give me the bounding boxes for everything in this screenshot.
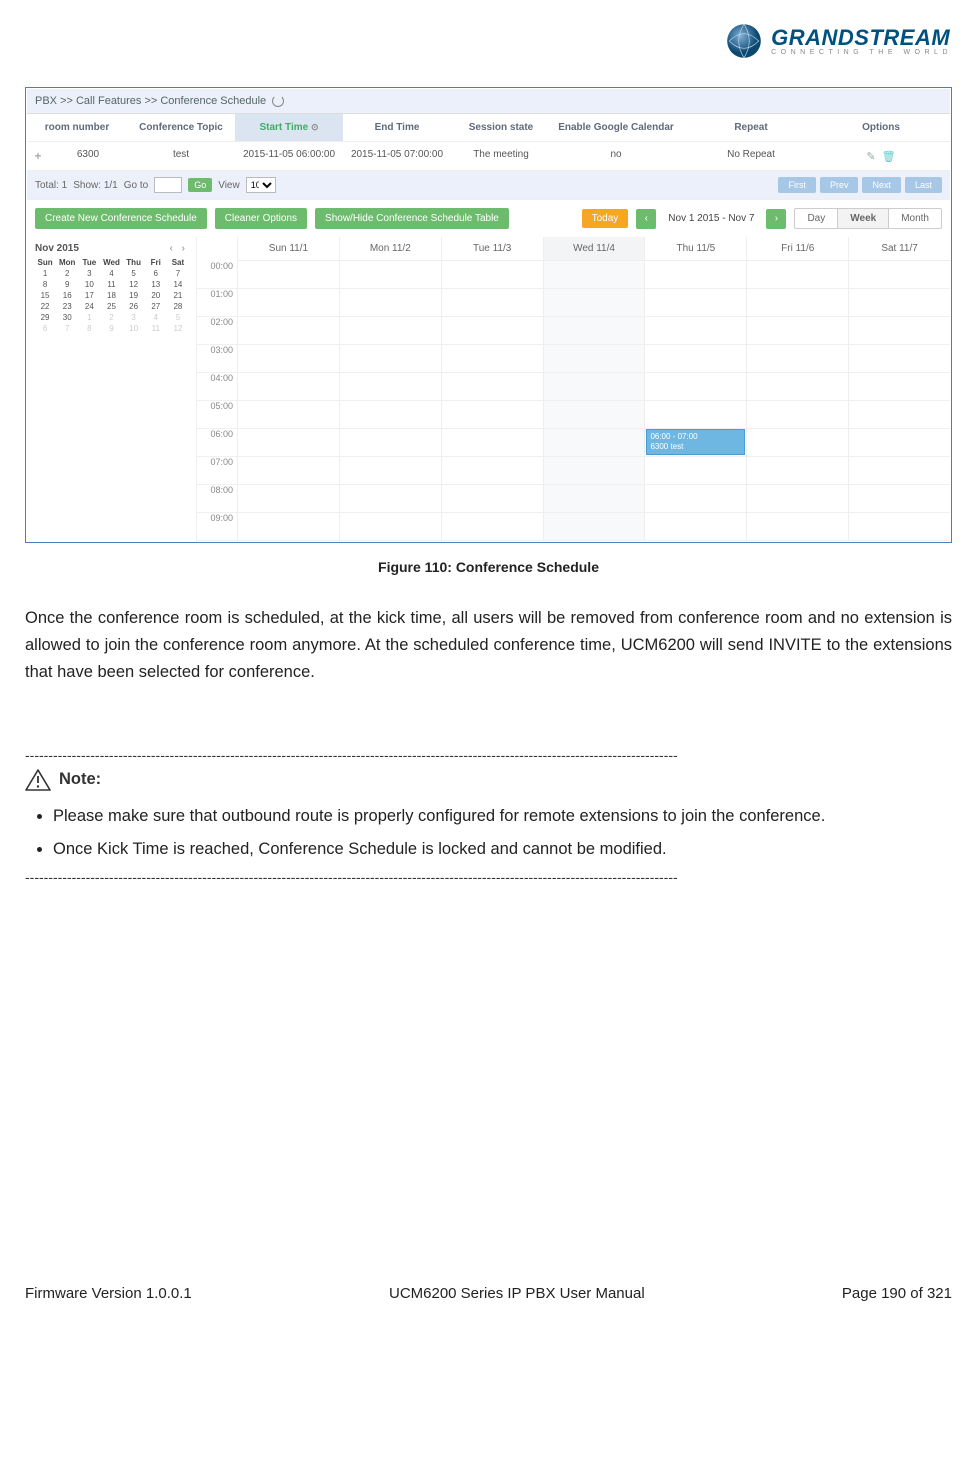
view-select[interactable]: 10 [246, 177, 276, 193]
first-button[interactable]: First [778, 177, 816, 193]
breadcrumb: PBX >> Call Features >> Conference Sched… [27, 89, 950, 113]
logo-title: GRANDSTREAM [771, 27, 952, 49]
cell-room: 6300 [49, 142, 127, 170]
action-bar: Create New Conference Schedule Cleaner O… [27, 199, 950, 237]
view-week[interactable]: Week [838, 209, 889, 228]
sort-icon: ⊙ [311, 122, 319, 133]
day-header[interactable]: Tue 11/3 [441, 237, 543, 261]
cell-state: The meeting [451, 142, 551, 170]
th-opts: Options [821, 114, 941, 141]
day-header[interactable]: Thu 11/5 [644, 237, 746, 261]
last-button[interactable]: Last [905, 177, 942, 193]
cell-repeat: No Repeat [681, 142, 821, 170]
cell-gcal: no [551, 142, 681, 170]
goto-input[interactable] [154, 177, 182, 193]
divider-top: ----------------------------------------… [25, 747, 952, 763]
th-end[interactable]: End Time [343, 114, 451, 141]
globe-icon [723, 20, 765, 62]
table-row: + 6300 test 2015-11-05 06:00:00 2015-11-… [27, 142, 950, 171]
calendar-event[interactable]: 06:00 - 07:006300 test [646, 429, 745, 455]
pagination-bar: Total: 1 Show: 1/1 Go to Go View 10 Firs… [27, 171, 950, 199]
figure-caption: Figure 110: Conference Schedule [25, 559, 952, 575]
table-header: room number Conference Topic Start Time … [27, 113, 950, 142]
day-header[interactable]: Fri 11/6 [746, 237, 848, 261]
th-state[interactable]: Session state [451, 114, 551, 141]
mini-calendar[interactable]: Nov 2015 ‹ › SunMonTueWedThuFriSat123456… [27, 237, 197, 541]
showhide-button[interactable]: Show/Hide Conference Schedule Table [315, 208, 509, 229]
mini-cal-title: Nov 2015 [35, 243, 79, 254]
mini-cal-nav[interactable]: ‹ › [170, 243, 188, 254]
cleaner-button[interactable]: Cleaner Options [215, 208, 307, 229]
view-day[interactable]: Day [795, 209, 838, 228]
note-label: Note: [59, 770, 101, 789]
calendar-area: Nov 2015 ‹ › SunMonTueWedThuFriSat123456… [27, 237, 950, 541]
logo-subtitle: CONNECTING THE WORLD [771, 49, 952, 56]
view-switch: Day Week Month [794, 208, 942, 229]
brand-logo: GRANDSTREAM CONNECTING THE WORLD [723, 20, 952, 62]
note-list: Please make sure that outbound route is … [25, 803, 952, 863]
page-footer: Firmware Version 1.0.0.1 UCM6200 Series … [25, 1285, 952, 1302]
warning-icon [25, 769, 51, 791]
day-header[interactable]: Wed 11/4 [543, 237, 645, 261]
day-header[interactable]: Sun 11/1 [237, 237, 339, 261]
cell-topic: test [127, 142, 235, 170]
cell-start: 2015-11-05 06:00:00 [235, 142, 343, 170]
next-button[interactable]: Next [862, 177, 901, 193]
body-paragraph: Once the conference room is scheduled, a… [25, 605, 952, 687]
day-header[interactable]: Mon 11/2 [339, 237, 441, 261]
note-bullet-2: Once Kick Time is reached, Conference Sc… [53, 836, 952, 863]
week-calendar: Sun 11/1Mon 11/2Tue 11/3Wed 11/4Thu 11/5… [197, 237, 950, 541]
goto-label: Go to [124, 180, 148, 191]
day-header[interactable]: Sat 11/7 [848, 237, 950, 261]
expand-icon[interactable]: + [27, 142, 49, 170]
show-label: Show: 1/1 [73, 180, 117, 191]
next-week-button[interactable]: › [766, 209, 786, 229]
cell-end: 2015-11-05 07:00:00 [343, 142, 451, 170]
prev-button[interactable]: Prev [820, 177, 859, 193]
new-schedule-button[interactable]: Create New Conference Schedule [35, 208, 207, 229]
prev-week-button[interactable]: ‹ [636, 209, 656, 229]
th-topic[interactable]: Conference Topic [127, 114, 235, 141]
edit-icon[interactable]: ✎ [866, 150, 875, 163]
divider-bottom: ----------------------------------------… [25, 869, 952, 885]
th-repeat[interactable]: Repeat [681, 114, 821, 141]
delete-icon[interactable]: 🗑 [882, 150, 896, 163]
total-label: Total: 1 [35, 180, 67, 191]
view-label: View [218, 180, 240, 191]
footer-center: UCM6200 Series IP PBX User Manual [389, 1285, 645, 1302]
today-button[interactable]: Today [582, 209, 629, 228]
th-gcal[interactable]: Enable Google Calendar [551, 114, 681, 141]
th-room[interactable]: room number [27, 114, 127, 141]
cell-options: ✎ 🗑 [821, 142, 941, 170]
note-bullet-1: Please make sure that outbound route is … [53, 803, 952, 830]
page-header: GRANDSTREAM CONNECTING THE WORLD [25, 20, 952, 62]
th-start[interactable]: Start Time ⊙ [235, 114, 343, 141]
note-heading: Note: [25, 769, 952, 791]
screenshot-frame: PBX >> Call Features >> Conference Sched… [25, 87, 952, 543]
view-month[interactable]: Month [889, 209, 941, 228]
breadcrumb-text: PBX >> Call Features >> Conference Sched… [35, 95, 266, 107]
footer-left: Firmware Version 1.0.0.1 [25, 1285, 192, 1302]
date-range-label: Nov 1 2015 - Nov 7 [664, 213, 758, 224]
go-button[interactable]: Go [188, 178, 212, 192]
refresh-icon[interactable] [272, 95, 284, 107]
footer-right: Page 190 of 321 [842, 1285, 952, 1302]
